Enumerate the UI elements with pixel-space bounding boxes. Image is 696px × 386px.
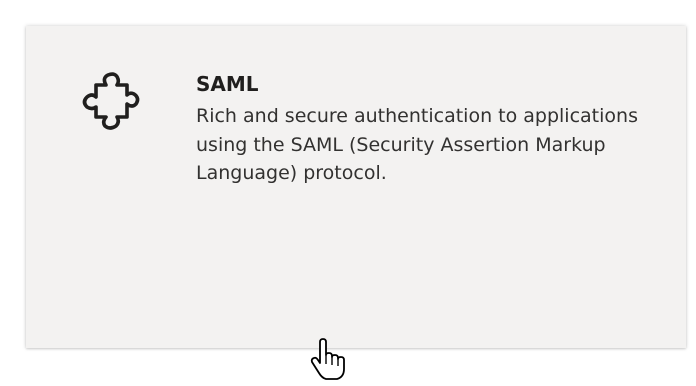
saml-tile-title: SAML (196, 72, 259, 96)
saml-tile-content: SAML Rich and secure authentication to a… (196, 70, 666, 188)
saml-tile-description: Rich and secure authentication to applic… (196, 105, 638, 184)
saml-tile[interactable]: SAML Rich and secure authentication to a… (26, 26, 686, 348)
hand-pointer-cursor-icon (308, 338, 348, 382)
puzzle-piece-icon (74, 66, 146, 138)
